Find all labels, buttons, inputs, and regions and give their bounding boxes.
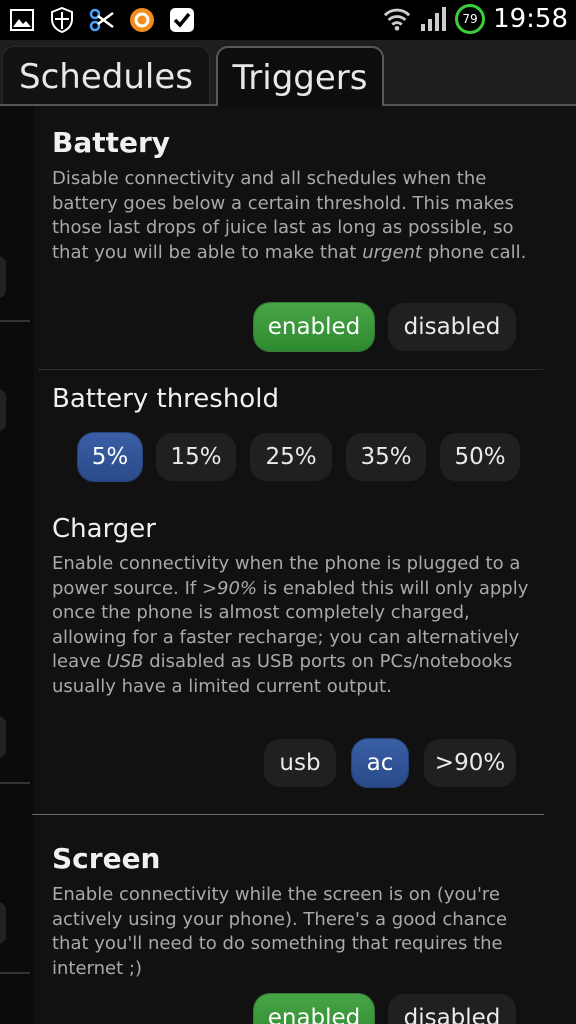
checkbox-icon xyxy=(168,6,196,34)
charger-usb-button[interactable]: usb xyxy=(264,739,336,787)
previous-page-strip xyxy=(0,106,34,1024)
screen-toggle: enabled disabled xyxy=(254,994,516,1024)
battery-level-text: 79 xyxy=(462,12,478,26)
battery-level-icon: 79 xyxy=(455,4,486,34)
charger-section: Charger Enable connectivity when the pho… xyxy=(52,514,542,699)
clock: 19:58 xyxy=(493,4,568,34)
battery-title: Battery xyxy=(52,126,171,159)
battery-threshold-title: Battery threshold xyxy=(52,384,279,414)
screen-enabled-button[interactable]: enabled xyxy=(254,994,374,1024)
triggers-panel[interactable]: Battery Disable connectivity and all sch… xyxy=(0,106,576,1024)
screen-title: Screen xyxy=(52,842,161,875)
shield-icon xyxy=(48,6,76,34)
charger-title: Charger xyxy=(52,514,156,544)
notification-icons xyxy=(8,6,196,34)
battery-threshold-section: Battery threshold xyxy=(52,384,542,414)
charger-over90-button[interactable]: >90% xyxy=(424,739,516,787)
picture-icon xyxy=(8,6,36,34)
battery-disabled-button[interactable]: disabled xyxy=(388,303,516,351)
tab-bar: Schedules Triggers xyxy=(0,40,576,108)
battery-threshold-options: 5% 15% 25% 35% 50% xyxy=(78,433,520,481)
screen-section: Screen Enable connectivity while the scr… xyxy=(52,842,542,981)
charger-ac-button[interactable]: ac xyxy=(352,739,408,787)
section-divider xyxy=(32,814,544,815)
battery-description: Disable connectivity and all schedules w… xyxy=(52,168,527,263)
orange-circle-icon xyxy=(128,6,156,34)
battery-enabled-button[interactable]: enabled xyxy=(254,303,374,351)
threshold-option-15[interactable]: 15% xyxy=(156,433,236,481)
charger-description: Enable connectivity when the phone is pl… xyxy=(52,553,529,697)
system-icons: 79 19:58 xyxy=(383,4,568,34)
screen-description: Enable connectivity while the screen is … xyxy=(52,884,508,979)
threshold-option-50[interactable]: 50% xyxy=(440,433,520,481)
threshold-option-35[interactable]: 35% xyxy=(346,433,426,481)
threshold-option-25[interactable]: 25% xyxy=(250,433,332,481)
status-bar: 79 19:58 xyxy=(0,0,576,40)
divider xyxy=(38,369,543,370)
signal-icon xyxy=(419,5,447,33)
screen-disabled-button[interactable]: disabled xyxy=(388,994,516,1024)
tab-schedules[interactable]: Schedules xyxy=(2,46,210,106)
scissors-icon xyxy=(88,6,116,34)
battery-toggle: enabled disabled xyxy=(254,303,516,351)
wifi-icon xyxy=(383,5,411,33)
charger-options: usb ac >90% xyxy=(264,739,516,787)
threshold-option-5[interactable]: 5% xyxy=(78,433,142,481)
tab-triggers[interactable]: Triggers xyxy=(216,46,384,108)
battery-section: Battery Disable connectivity and all sch… xyxy=(52,126,542,265)
